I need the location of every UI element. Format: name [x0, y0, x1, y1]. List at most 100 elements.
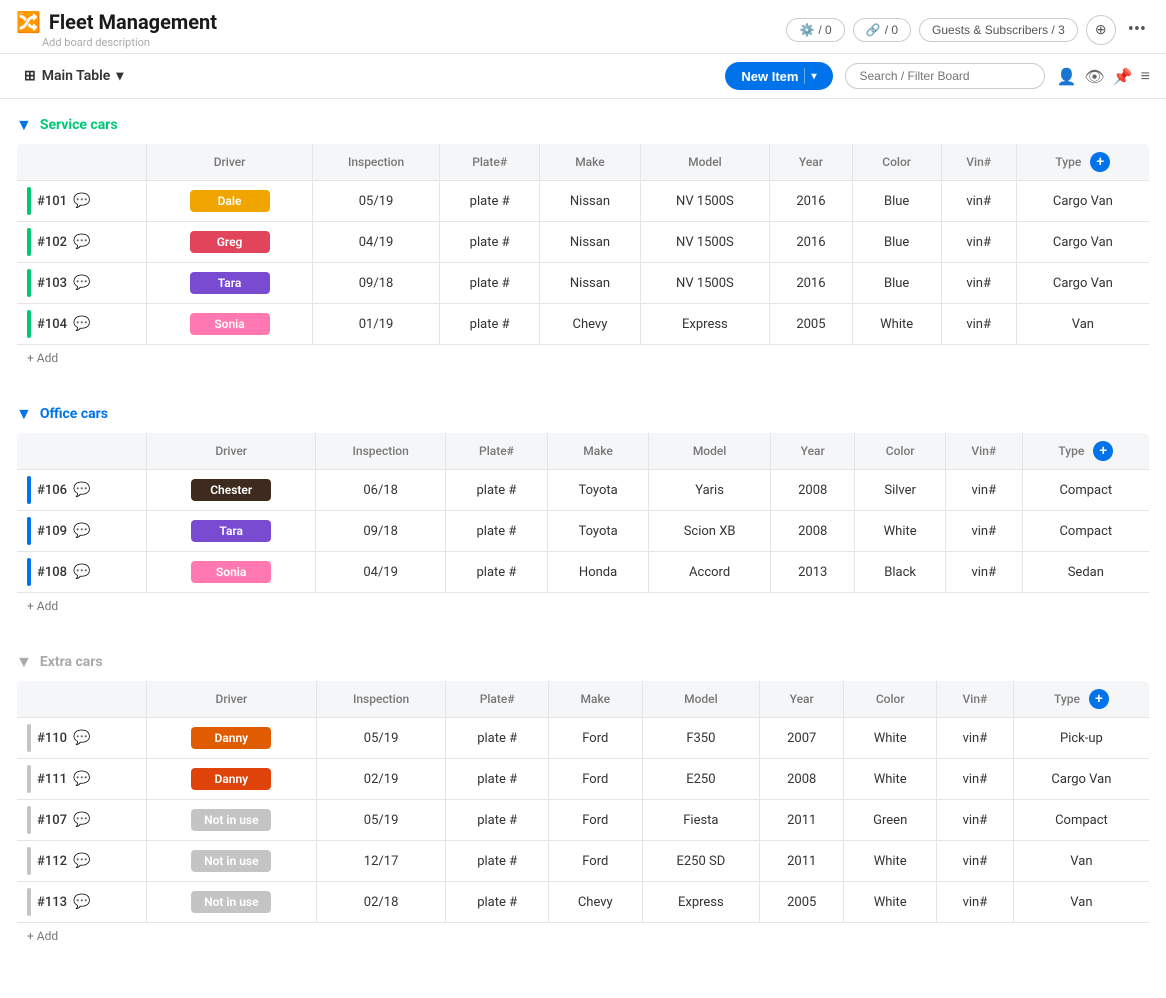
col-type-office: Type +	[1022, 433, 1149, 470]
year-cell: 2007	[760, 718, 844, 759]
extra-cars-title[interactable]: Extra cars	[40, 654, 103, 670]
year-cell: 2005	[760, 882, 844, 923]
plate-cell: plate #	[446, 718, 548, 759]
driver-cell[interactable]: Dale	[147, 181, 313, 222]
color-cell: White	[852, 304, 941, 345]
driver-cell[interactable]: Tara	[147, 511, 316, 552]
add-item-cell[interactable]: + Add	[17, 923, 1150, 950]
group-office-cars-header: ▼ Office cars	[16, 404, 1150, 424]
driver-cell[interactable]: Danny	[147, 718, 317, 759]
driver-cell[interactable]: Chester	[147, 470, 316, 511]
row-id-cell: #104 💬	[17, 304, 147, 345]
year-cell: 2008	[771, 511, 855, 552]
driver-cell[interactable]: Sonia	[147, 552, 316, 593]
plate-cell: plate #	[446, 841, 548, 882]
year-cell: 2016	[770, 222, 853, 263]
col-vin-office: Vin#	[945, 433, 1022, 470]
col-vin-extra: Vin#	[937, 681, 1014, 718]
automations-count: / 0	[818, 23, 831, 37]
add-item-cell[interactable]: + Add	[17, 593, 1150, 620]
col-plate-extra: Plate#	[446, 681, 548, 718]
comment-icon[interactable]: 💬	[73, 812, 90, 828]
group-office-cars: ▼ Office cars Driver Inspection Plate# M…	[16, 404, 1150, 620]
group-service-cars-header: ▼ Service cars	[16, 115, 1150, 135]
table-row: #101 💬 Dale 05/19 plate # Nissan NV 1500…	[17, 181, 1150, 222]
comment-icon[interactable]: 💬	[73, 894, 90, 910]
table-row: #108 💬 Sonia 04/19 plate # Honda Accord …	[17, 552, 1150, 593]
filter-icon[interactable]: ≡	[1141, 66, 1150, 86]
col-id	[17, 144, 147, 181]
color-cell: White	[844, 759, 937, 800]
color-bar	[27, 847, 31, 875]
table-icon: ⊞	[24, 68, 36, 84]
comment-icon[interactable]: 💬	[73, 730, 90, 746]
add-col-office[interactable]: +	[1093, 441, 1113, 461]
add-col-extra[interactable]: +	[1089, 689, 1109, 709]
vin-cell: vin#	[937, 800, 1014, 841]
add-col-service[interactable]: +	[1090, 152, 1110, 172]
row-id-cell: #107 💬	[17, 800, 147, 841]
inspection-cell: 01/19	[313, 304, 440, 345]
comment-icon[interactable]: 💬	[73, 853, 90, 869]
pin-icon[interactable]: 📌	[1113, 67, 1133, 86]
more-menu-button[interactable]: •••	[1124, 19, 1150, 40]
service-cars-table: Driver Inspection Plate# Make Model Year…	[16, 143, 1150, 372]
driver-badge: Chester	[191, 479, 271, 501]
vin-cell: vin#	[941, 304, 1016, 345]
driver-cell[interactable]: Not in use	[147, 800, 317, 841]
table-row: #112 💬 Not in use 12/17 plate # Ford E25…	[17, 841, 1150, 882]
model-cell: Express	[640, 304, 769, 345]
col-inspection-extra: Inspection	[316, 681, 446, 718]
eye-icon[interactable]: 👁	[1084, 67, 1104, 86]
col-year-service: Year	[770, 144, 853, 181]
group-extra-cars-header: ▼ Extra cars	[16, 652, 1150, 672]
plate-cell: plate #	[446, 759, 548, 800]
driver-cell[interactable]: Not in use	[147, 882, 317, 923]
new-item-button[interactable]: New Item ▾	[725, 62, 832, 90]
comment-icon[interactable]: 💬	[73, 482, 90, 498]
comment-icon[interactable]: 💬	[73, 564, 90, 580]
col-model-office: Model	[649, 433, 771, 470]
col-color-extra: Color	[844, 681, 937, 718]
col-color-office: Color	[855, 433, 946, 470]
integrations-button[interactable]: 🔗 / 0	[853, 18, 911, 42]
comment-icon[interactable]: 💬	[73, 234, 90, 250]
col-inspection-office: Inspection	[316, 433, 446, 470]
service-cars-title[interactable]: Service cars	[40, 117, 118, 133]
comment-icon[interactable]: 💬	[73, 316, 90, 332]
person-icon[interactable]: 👤	[1057, 67, 1077, 86]
office-cars-title[interactable]: Office cars	[40, 406, 108, 422]
extra-cars-toggle[interactable]: ▼	[16, 652, 32, 672]
comment-icon[interactable]: 💬	[73, 523, 90, 539]
driver-cell[interactable]: Greg	[147, 222, 313, 263]
inspection-cell: 05/19	[313, 181, 440, 222]
service-cars-toggle[interactable]: ▼	[16, 115, 32, 135]
col-id	[17, 681, 147, 718]
automations-button[interactable]: ⚙️ / 0	[786, 18, 844, 42]
vin-cell: vin#	[945, 552, 1022, 593]
comment-icon[interactable]: 💬	[73, 275, 90, 291]
chevron-down-icon: ▾	[116, 68, 123, 84]
office-cars-toggle[interactable]: ▼	[16, 404, 32, 424]
add-item-cell[interactable]: + Add	[17, 345, 1150, 372]
guests-button[interactable]: Guests & Subscribers / 3	[919, 18, 1078, 42]
comment-icon[interactable]: 💬	[73, 193, 90, 209]
make-cell: Nissan	[540, 222, 640, 263]
comment-icon[interactable]: 💬	[73, 771, 90, 787]
col-id	[17, 433, 147, 470]
year-cell: 2008	[760, 759, 844, 800]
color-cell: Blue	[852, 181, 941, 222]
driver-cell[interactable]: Sonia	[147, 304, 313, 345]
driver-cell[interactable]: Not in use	[147, 841, 317, 882]
vin-cell: vin#	[945, 511, 1022, 552]
main-table-button[interactable]: ⊞ Main Table ▾	[16, 64, 131, 88]
driver-cell[interactable]: Tara	[147, 263, 313, 304]
invite-button[interactable]: ⊕	[1086, 15, 1116, 45]
new-item-divider	[804, 68, 805, 84]
search-input[interactable]	[845, 63, 1045, 89]
plate-cell: plate #	[445, 470, 547, 511]
driver-cell[interactable]: Danny	[147, 759, 317, 800]
add-row-office: + Add	[17, 593, 1150, 620]
driver-badge: Sonia	[190, 313, 270, 335]
extra-cars-table: Driver Inspection Plate# Make Model Year…	[16, 680, 1150, 950]
